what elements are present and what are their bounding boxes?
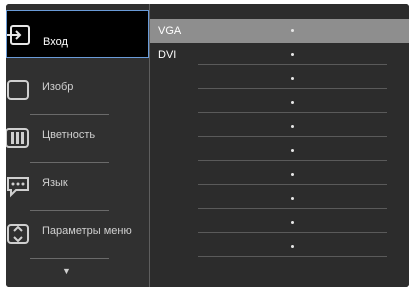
menu-item-osd-settings[interactable]: Параметры меню xyxy=(6,210,149,259)
osd-settings-icon xyxy=(6,222,32,246)
menu-item-label: Параметры меню xyxy=(42,225,132,237)
color-icon xyxy=(6,126,32,150)
chevron-down-icon[interactable]: ▼ xyxy=(62,266,71,276)
submenu-divider xyxy=(198,208,387,209)
submenu-divider xyxy=(198,136,387,137)
option-dot-icon xyxy=(291,53,294,56)
submenu-divider xyxy=(198,256,387,257)
submenu-divider xyxy=(198,232,387,233)
menu-item-language[interactable]: Язык xyxy=(6,162,149,211)
option-dot-icon xyxy=(291,29,294,32)
submenu-option-label: VGA xyxy=(158,25,182,37)
menu-item-picture[interactable]: Изобр xyxy=(6,66,149,115)
submenu-divider xyxy=(198,88,387,89)
option-dot-icon xyxy=(291,221,294,224)
submenu-option[interactable] xyxy=(150,211,409,235)
option-dot-icon xyxy=(291,77,294,80)
submenu-divider xyxy=(198,64,387,65)
option-dot-icon xyxy=(291,125,294,128)
menu-divider xyxy=(30,258,109,259)
menu-item-label: Вход xyxy=(43,36,68,48)
option-dot-icon xyxy=(291,149,294,152)
picture-icon xyxy=(6,78,32,102)
submenu: VGA DVI xyxy=(150,4,409,287)
submenu-divider xyxy=(198,112,387,113)
language-icon xyxy=(6,174,32,198)
option-dot-icon xyxy=(291,101,294,104)
submenu-option[interactable] xyxy=(150,139,409,163)
submenu-option[interactable] xyxy=(150,91,409,115)
menu-item-label: Цветность xyxy=(42,129,96,141)
menu-item-label: Язык xyxy=(42,177,68,189)
menu-item-input[interactable]: Вход xyxy=(6,10,149,58)
menu-item-color[interactable]: Цветность xyxy=(6,114,149,163)
submenu-option[interactable] xyxy=(150,115,409,139)
submenu-option-dvi[interactable]: DVI xyxy=(150,43,409,67)
submenu-option[interactable] xyxy=(150,187,409,211)
submenu-option[interactable] xyxy=(150,67,409,91)
input-icon xyxy=(7,23,33,47)
submenu-option-vga[interactable]: VGA xyxy=(150,19,409,43)
osd-menu: Вход Изобр Цветность Язык Параметры меню… xyxy=(6,4,409,287)
option-dot-icon xyxy=(291,197,294,200)
submenu-option[interactable] xyxy=(150,235,409,259)
option-dot-icon xyxy=(291,173,294,176)
submenu-divider xyxy=(198,160,387,161)
main-menu: Вход Изобр Цветность Язык Параметры меню… xyxy=(6,4,149,287)
submenu-option-label: DVI xyxy=(158,49,177,61)
menu-item-label: Изобр xyxy=(42,81,74,93)
submenu-divider xyxy=(198,184,387,185)
submenu-option[interactable] xyxy=(150,163,409,187)
option-dot-icon xyxy=(291,245,294,248)
